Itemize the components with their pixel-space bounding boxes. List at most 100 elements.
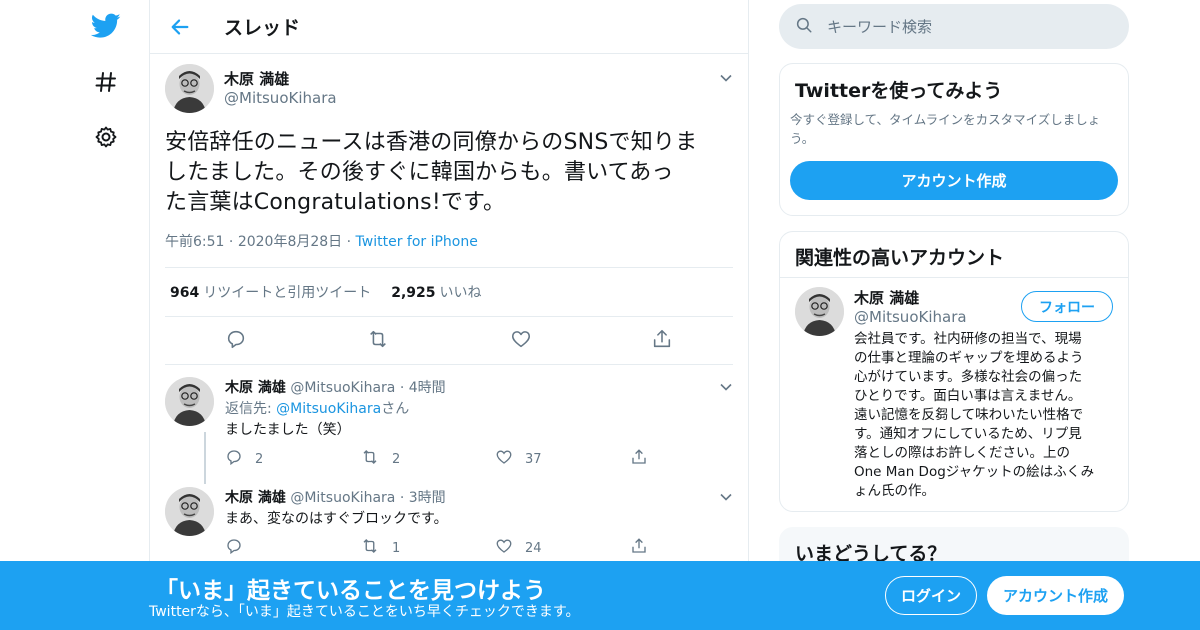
likes-stat[interactable]: 2,925 いいね <box>391 282 481 302</box>
retweet-icon <box>360 537 380 559</box>
retweet-count: 2 <box>392 451 401 467</box>
chevron-down-icon[interactable] <box>719 489 733 508</box>
reply-tweet[interactable]: 木原 満雄 @MitsuoKihara · 3時間 まあ、変なのはすぐブロックで… <box>165 487 735 561</box>
author-name[interactable]: 木原 満雄 <box>224 68 337 89</box>
reply-header: 木原 満雄 @MitsuoKihara · 3時間 <box>225 487 446 507</box>
bio-line: ょん氏の作。 <box>854 483 935 499</box>
avatar[interactable] <box>165 64 214 113</box>
retweets-label: リツイートと引用ツイート <box>203 285 372 301</box>
like-count: 24 <box>525 540 542 556</box>
reply-to-suffix: さん <box>381 401 410 417</box>
heart-icon[interactable] <box>510 328 532 354</box>
main-column: スレッド 木原 満雄 @MitsuoKihara 安倍辞任のニュースは香港の同僚… <box>149 0 749 630</box>
tweet-text-line: 安倍辞任のニュースは香港の同僚からのSNSで知りま <box>165 130 698 155</box>
author-handle[interactable]: @MitsuoKihara <box>290 380 395 396</box>
twitter-bird-icon[interactable] <box>90 10 122 42</box>
author-handle[interactable]: @MitsuoKihara <box>290 490 395 506</box>
account-name[interactable]: 木原 満雄 <box>854 287 967 308</box>
signup-card-description: 今すぐ登録して、タイムラインをカスタマイズしましょ う。 <box>790 110 1100 148</box>
reply-button[interactable]: 2 <box>225 448 360 470</box>
page-header: スレッド <box>150 0 748 54</box>
search-input[interactable] <box>827 17 1107 36</box>
author-name[interactable]: 木原 満雄 <box>225 490 286 506</box>
tweet-meta: 午前6:51 · 2020年8月28日 · Twitter for iPhone <box>165 231 733 251</box>
share-button[interactable] <box>630 537 765 559</box>
tweet-time[interactable]: 午前6:51 <box>165 234 224 250</box>
search-icon <box>795 16 813 38</box>
signup-banner: 「いま」起きていることを見つけよう Twitterなら、「いま」起きていることを… <box>0 561 1200 630</box>
bio-line: ひとりです。面白い事は言えません。 <box>854 388 1082 404</box>
reply-count: 2 <box>255 451 264 467</box>
meta-separator: · <box>346 234 352 250</box>
retweet-count: 1 <box>392 540 401 556</box>
like-count: 37 <box>525 451 542 467</box>
retweet-button[interactable]: 2 <box>360 448 495 470</box>
bio-line: One Man Dogジャケットの絵はふくみ <box>854 464 1095 480</box>
heart-icon <box>495 537 513 559</box>
retweet-icon <box>360 448 380 470</box>
related-card-title: 関連性の高いアカウント <box>795 247 1005 269</box>
banner-signup-button[interactable]: アカウント作成 <box>987 576 1124 615</box>
share-button[interactable] <box>630 448 765 470</box>
reply-header: 木原 満雄 @MitsuoKihara · 4時間 <box>225 377 446 397</box>
hashtag-icon[interactable] <box>90 66 122 98</box>
back-arrow-icon[interactable] <box>150 0 210 54</box>
account-handle[interactable]: @MitsuoKihara <box>854 308 967 326</box>
author-handle[interactable]: @MitsuoKihara <box>224 89 337 107</box>
likes-count: 2,925 <box>391 285 436 301</box>
tweet-time[interactable]: 3時間 <box>409 490 446 506</box>
likes-label: いいね <box>439 285 482 301</box>
bio-line: 遠い記憶を反芻して味わいたい性格で <box>854 407 1084 423</box>
retweet-icon[interactable] <box>366 328 390 354</box>
meta-separator: · <box>399 380 405 396</box>
reply-to-handle[interactable]: @MitsuoKihara <box>276 401 381 417</box>
login-button[interactable]: ログイン <box>885 576 977 615</box>
bio-line: 心がけています。多様な社会の偏った <box>854 369 1083 385</box>
main-tweet: 木原 満雄 @MitsuoKihara 安倍辞任のニュースは香港の同僚からのSN… <box>150 54 748 365</box>
description-line: う。 <box>790 131 815 146</box>
description-line: 今すぐ登録して、タイムラインをカスタマイズしましょ <box>790 112 1101 127</box>
like-button[interactable]: 37 <box>495 448 630 470</box>
reply-to-prefix: 返信先: <box>225 401 277 417</box>
tweet-text-line: したました。その後すぐに韓国からも。書いてあっ <box>165 160 674 185</box>
divider <box>780 277 1128 278</box>
meta-separator: · <box>228 234 234 250</box>
share-icon[interactable] <box>651 328 673 354</box>
author-name[interactable]: 木原 満雄 <box>225 380 286 396</box>
chevron-down-icon[interactable] <box>719 379 733 398</box>
reply-icon <box>225 448 243 470</box>
share-icon <box>630 537 648 559</box>
like-button[interactable]: 24 <box>495 537 630 559</box>
tweet-time[interactable]: 4時間 <box>409 380 446 396</box>
create-account-button[interactable]: アカウント作成 <box>790 161 1118 200</box>
related-accounts-card: 関連性の高いアカウント 木原 満雄 @MitsuoKihara フォロー 会社員… <box>779 231 1129 512</box>
retweets-count: 964 <box>170 285 200 301</box>
meta-separator: · <box>399 490 405 506</box>
signup-card-title: Twitterを使ってみよう <box>795 80 1003 102</box>
retweets-stat[interactable]: 964 リツイートと引用ツイート <box>170 282 371 302</box>
reply-actions: 2 2 37 <box>225 448 765 470</box>
page-title: スレッド <box>224 17 301 39</box>
tweet-source[interactable]: Twitter for iPhone <box>356 234 478 250</box>
bio-line: す。通知オフにしているため、リプ見 <box>854 426 1082 442</box>
follow-button[interactable]: フォロー <box>1021 291 1113 322</box>
gear-icon[interactable] <box>90 121 122 153</box>
avatar[interactable] <box>165 377 214 426</box>
banner-title: 「いま」起きていることを見つけよう <box>155 578 546 604</box>
chevron-down-icon[interactable] <box>719 70 733 89</box>
avatar[interactable] <box>795 287 844 336</box>
tweet-actions <box>165 317 733 365</box>
signup-card: Twitterを使ってみよう 今すぐ登録して、タイムラインをカスタマイズしましょ… <box>779 63 1129 216</box>
reply-actions: 1 24 <box>225 537 765 559</box>
thread-line <box>204 432 206 484</box>
tweet-date[interactable]: 2020年8月28日 <box>238 234 342 250</box>
tweet-text-line: た言葉はCongratulations!です。 <box>165 190 506 215</box>
retweet-button[interactable]: 1 <box>360 537 495 559</box>
reply-tweet[interactable]: 木原 満雄 @MitsuoKihara · 4時間 返信先: @MitsuoKi… <box>165 377 735 485</box>
reply-button[interactable] <box>225 537 360 559</box>
bio-line: 落としの際はお許しください。上の <box>854 445 1070 461</box>
avatar[interactable] <box>165 487 214 536</box>
search-box[interactable] <box>779 4 1129 49</box>
reply-icon[interactable] <box>225 328 247 354</box>
tweet-stats: 964 リツイートと引用ツイート 2,925 いいね <box>165 267 733 317</box>
